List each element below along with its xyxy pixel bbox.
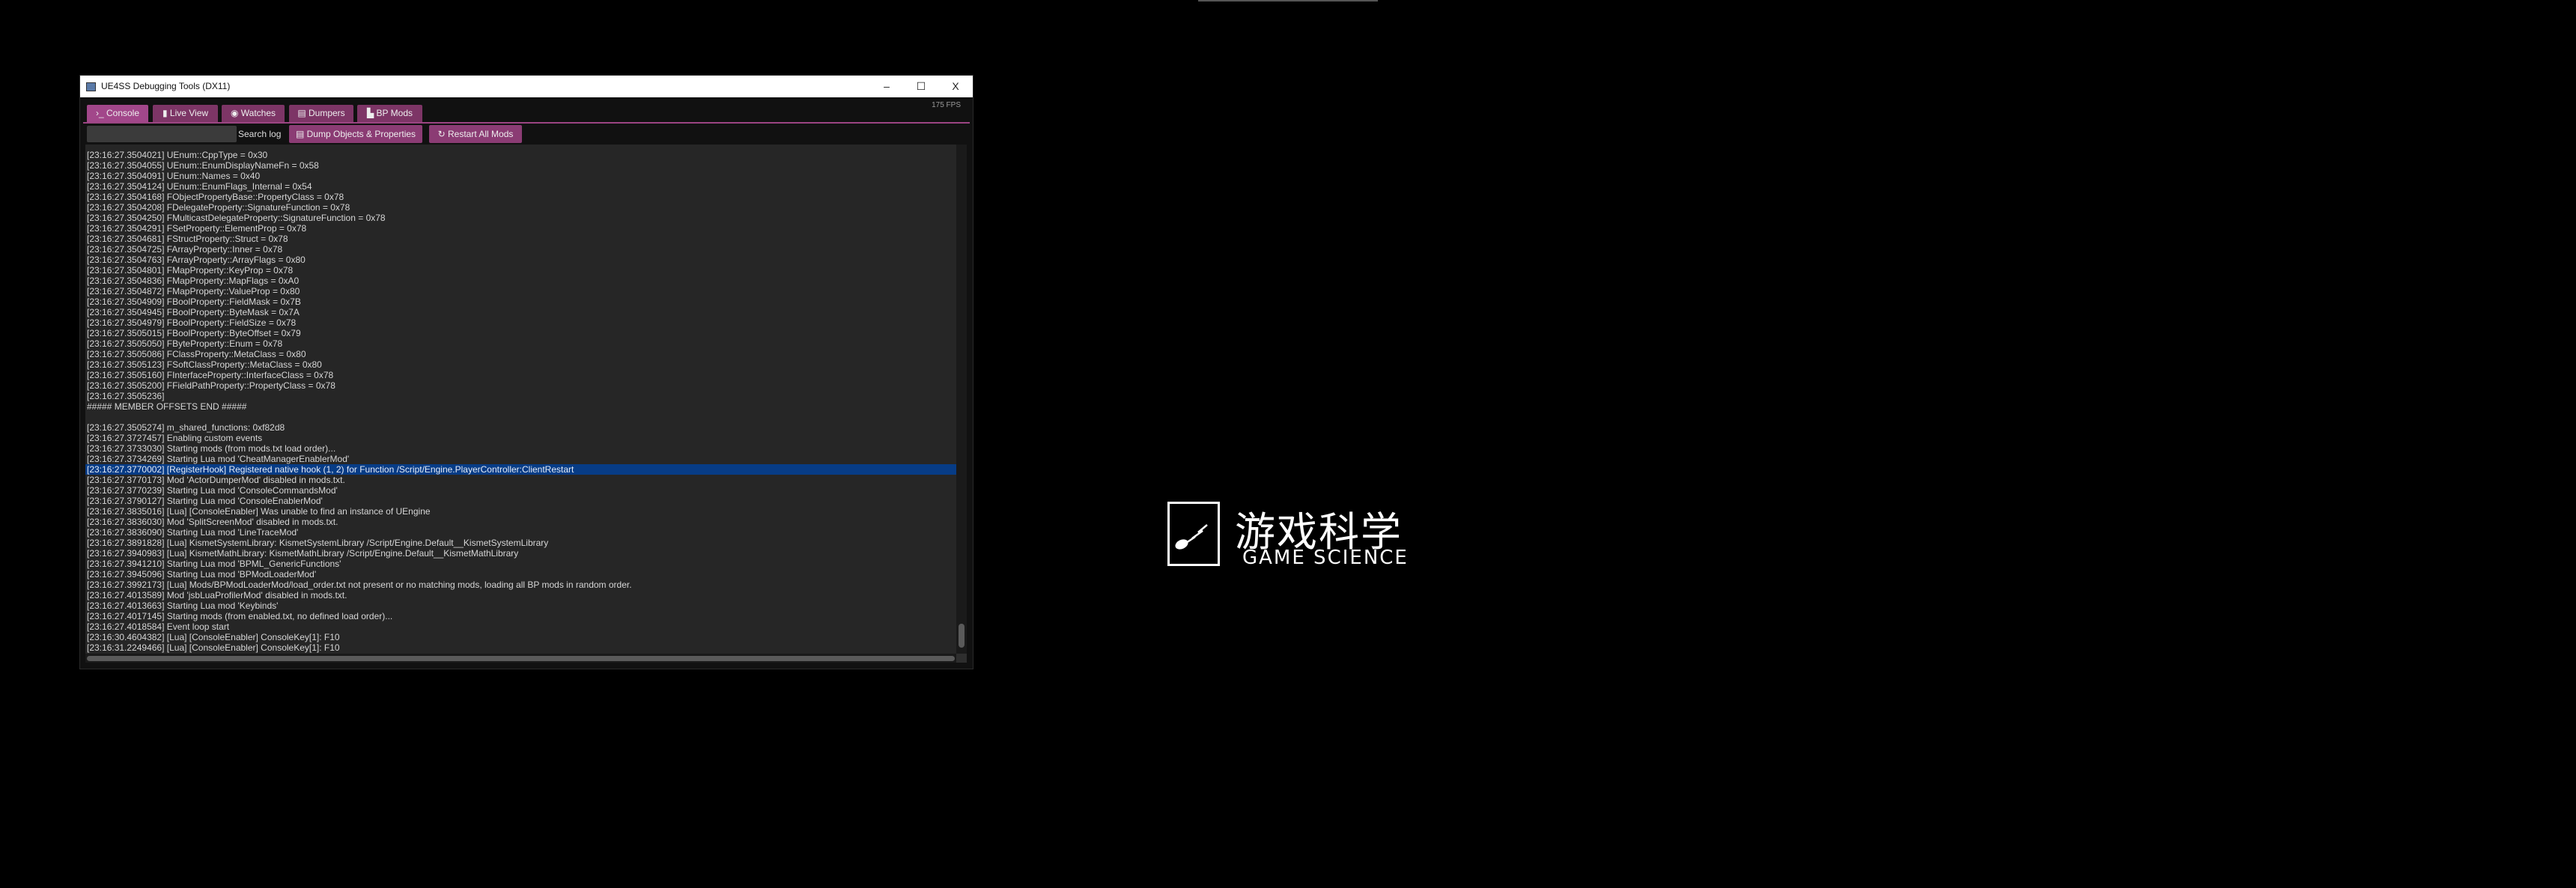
tab-live-view[interactable]: ▮ Live View xyxy=(153,105,218,122)
log-line[interactable]: ##### MEMBER OFFSETS END ##### xyxy=(85,401,956,412)
search-log-label: Search log xyxy=(238,129,282,139)
horizontal-scroll-thumb[interactable] xyxy=(87,656,955,661)
log-line[interactable]: [23:16:27.3504291] FSetProperty::Element… xyxy=(85,223,956,234)
app-icon xyxy=(86,82,96,91)
comet-icon xyxy=(1175,524,1208,550)
search-log-input[interactable] xyxy=(87,126,237,142)
log-line[interactable]: [23:16:27.3504763] FArrayProperty::Array… xyxy=(85,255,956,265)
vertical-scrollbar[interactable] xyxy=(956,145,967,654)
tab-dumpers[interactable]: ▤ Dumpers xyxy=(289,105,353,122)
minimize-button[interactable]: – xyxy=(869,76,904,97)
log-line[interactable]: [23:16:27.4013589] Mod 'jsbLuaProfilerMo… xyxy=(85,590,956,600)
log-line[interactable]: [23:16:27.3770173] Mod 'ActorDumperMod' … xyxy=(85,475,956,485)
game-science-logo: 游戏科学 GAME SCIENCE xyxy=(1166,500,1413,572)
log-line[interactable]: [23:16:27.3504725] FArrayProperty::Inner… xyxy=(85,244,956,255)
log-line[interactable]: [23:16:27.3504945] FBoolProperty::ByteMa… xyxy=(85,307,956,317)
console-log[interactable]: [23:16:27.3504021] UEnum::CppType = 0x30… xyxy=(85,145,956,654)
log-line[interactable]: [23:16:27.3733030] Starting mods (from m… xyxy=(85,443,956,454)
tab-watches[interactable]: ◉ Watches xyxy=(222,105,285,122)
log-line[interactable]: [23:16:27.3505160] FInterfaceProperty::I… xyxy=(85,370,956,380)
debug-window: UE4SS Debugging Tools (DX11) – ☐ X 175 F… xyxy=(80,76,973,669)
log-line[interactable]: [23:16:27.3940983] [Lua] KismetMathLibra… xyxy=(85,548,956,559)
fps-counter: 175 FPS xyxy=(932,101,961,109)
log-line[interactable]: [23:16:27.3505086] FClassProperty::MetaC… xyxy=(85,349,956,359)
log-line[interactable]: [23:16:27.3770239] Starting Lua mod 'Con… xyxy=(85,485,956,496)
log-line[interactable]: [23:16:27.3504979] FBoolProperty::FieldS… xyxy=(85,317,956,328)
logo-text-en: GAME SCIENCE xyxy=(1242,547,1409,569)
log-line[interactable]: [23:16:27.3504021] UEnum::CppType = 0x30 xyxy=(85,150,956,160)
logo-emblem xyxy=(1167,502,1220,566)
horizontal-scrollbar[interactable] xyxy=(85,654,956,663)
log-line[interactable]: [23:16:27.3891828] [Lua] KismetSystemLib… xyxy=(85,538,956,548)
log-line[interactable]: [23:16:27.3504208] FDelegateProperty::Si… xyxy=(85,202,956,213)
log-line[interactable]: [23:16:27.3505274] m_shared_functions: 0… xyxy=(85,422,956,433)
log-line[interactable]: [23:16:27.3790127] Starting Lua mod 'Con… xyxy=(85,496,956,506)
tab-bp-mods[interactable]: ▙ BP Mods xyxy=(357,105,422,122)
log-line[interactable]: [23:16:27.3504681] FStructProperty::Stru… xyxy=(85,234,956,244)
vertical-scroll-thumb[interactable] xyxy=(959,624,965,648)
log-line[interactable]: [23:16:27.3836090] Starting Lua mod 'Lin… xyxy=(85,527,956,538)
log-line[interactable]: [23:16:27.3504801] FMapProperty::KeyProp… xyxy=(85,265,956,276)
log-line[interactable]: [23:16:27.3505123] FSoftClassProperty::M… xyxy=(85,359,956,370)
log-line[interactable]: [23:16:27.3835016] [Lua] [ConsoleEnabler… xyxy=(85,506,956,517)
title-bar[interactable]: UE4SS Debugging Tools (DX11) – ☐ X xyxy=(80,76,973,97)
window-title: UE4SS Debugging Tools (DX11) xyxy=(101,81,231,91)
tab-console[interactable]: ›_ Console xyxy=(87,105,148,122)
log-line[interactable]: [23:16:27.3504124] UEnum::EnumFlags_Inte… xyxy=(85,181,956,192)
log-line[interactable]: [23:16:30.4604382] [Lua] [ConsoleEnabler… xyxy=(85,632,956,642)
log-line[interactable]: [23:16:27.3504909] FBoolProperty::FieldM… xyxy=(85,296,956,307)
log-line[interactable]: [23:16:27.3504055] UEnum::EnumDisplayNam… xyxy=(85,160,956,171)
log-line[interactable]: [23:16:27.3941210] Starting Lua mod 'BPM… xyxy=(85,559,956,569)
dump-objects-button[interactable]: ▤ Dump Objects & Properties xyxy=(289,125,422,143)
log-line[interactable]: [23:16:27.3836030] Mod 'SplitScreenMod' … xyxy=(85,517,956,527)
log-line[interactable]: [23:16:27.3504250] FMulticastDelegatePro… xyxy=(85,213,956,223)
log-line[interactable]: [23:16:27.3504091] UEnum::Names = 0x40 xyxy=(85,171,956,181)
log-line[interactable]: [23:16:27.3505236] xyxy=(85,391,956,401)
log-line[interactable]: [23:16:27.3505200] FFieldPathProperty::P… xyxy=(85,380,956,391)
log-line[interactable]: [23:16:27.3504836] FMapProperty::MapFlag… xyxy=(85,276,956,286)
tab-underline xyxy=(83,122,970,124)
screen-top-bar xyxy=(1198,0,1378,1)
log-line[interactable]: [23:16:27.4018584] Event loop start xyxy=(85,621,956,632)
maximize-button[interactable]: ☐ xyxy=(904,76,938,97)
log-line[interactable]: [23:16:27.3504168] FObjectPropertyBase::… xyxy=(85,192,956,202)
scrollbar-corner xyxy=(956,654,967,663)
log-line[interactable] xyxy=(85,412,956,422)
log-line[interactable]: [23:16:27.3727457] Enabling custom event… xyxy=(85,433,956,443)
log-line[interactable]: [23:16:31.2249466] [Lua] [ConsoleEnabler… xyxy=(85,642,956,653)
log-line[interactable]: [23:16:27.3504872] FMapProperty::ValuePr… xyxy=(85,286,956,296)
log-line[interactable]: [23:16:27.3505015] FBoolProperty::ByteOf… xyxy=(85,328,956,338)
log-line[interactable]: [23:16:27.3945096] Starting Lua mod 'BPM… xyxy=(85,569,956,580)
log-line[interactable]: [23:16:27.4017145] Starting mods (from e… xyxy=(85,611,956,621)
log-line[interactable]: [23:16:27.4013663] Starting Lua mod 'Key… xyxy=(85,600,956,611)
restart-all-mods-button[interactable]: ↻ Restart All Mods xyxy=(429,125,522,143)
log-line[interactable]: [23:16:27.3992173] [Lua] Mods/BPModLoade… xyxy=(85,580,956,590)
log-line-selected[interactable]: [23:16:27.3770002] [RegisterHook] Regist… xyxy=(85,464,956,475)
log-line[interactable]: [23:16:27.3505050] FByteProperty::Enum =… xyxy=(85,338,956,349)
log-line[interactable]: [23:16:27.3734269] Starting Lua mod 'Che… xyxy=(85,454,956,464)
close-button[interactable]: X xyxy=(938,76,973,97)
